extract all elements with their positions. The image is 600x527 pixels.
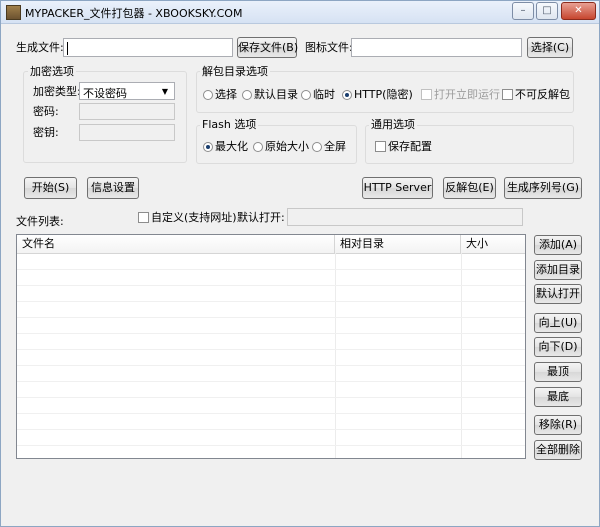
add-button[interactable]: 添加(A): [534, 235, 582, 255]
table-row[interactable]: [17, 286, 525, 302]
encryption-type-value: 不设密码: [83, 87, 127, 100]
unpack-option-default-dir[interactable]: 默认目录: [254, 88, 298, 102]
file-list-label: 文件列表:: [16, 215, 64, 228]
table-row[interactable]: [17, 270, 525, 286]
info-settings-button[interactable]: 信息设置: [87, 177, 139, 199]
http-server-button[interactable]: HTTP Server: [362, 177, 433, 199]
save-config-checkbox[interactable]: [375, 141, 386, 152]
no-reverse-checkbox[interactable]: [502, 89, 513, 100]
unpack-radio-temp[interactable]: [301, 90, 311, 100]
icon-file-label: 图标文件:: [305, 41, 353, 54]
chevron-down-icon: ▼: [161, 87, 169, 96]
table-row[interactable]: [17, 366, 525, 382]
flash-option-fullscreen[interactable]: 全屏: [324, 140, 346, 154]
table-row[interactable]: [17, 382, 525, 398]
table-row[interactable]: [17, 334, 525, 350]
file-list-header: 文件名 相对目录 大小: [17, 235, 525, 254]
custom-url-checkbox[interactable]: [138, 212, 149, 223]
app-icon: [6, 5, 21, 20]
title-bar[interactable]: MYPACKER_文件打包器 - XBOOKSKY.COM – □ ✕: [1, 1, 599, 24]
run-after-checkbox[interactable]: [421, 89, 432, 100]
key-label: 密钥:: [33, 126, 59, 139]
unpack-radio-default-dir[interactable]: [242, 90, 252, 100]
table-row[interactable]: [17, 430, 525, 446]
flash-radio-original[interactable]: [253, 142, 263, 152]
file-list-view[interactable]: 文件名 相对目录 大小: [16, 234, 526, 459]
table-row[interactable]: [17, 446, 525, 458]
default-open-label: 默认打开:: [237, 211, 285, 224]
column-header-size[interactable]: 大小: [461, 235, 523, 253]
move-down-button[interactable]: 向下(D): [534, 337, 582, 357]
icon-file-input[interactable]: [351, 38, 522, 57]
flash-radio-maximize[interactable]: [203, 142, 213, 152]
text-cursor: [67, 42, 68, 55]
flash-radio-fullscreen[interactable]: [312, 142, 322, 152]
gen-serial-button[interactable]: 生成序列号(G): [504, 177, 582, 199]
unpack-group-title: 解包目录选项: [200, 65, 270, 78]
unpack-radio-http[interactable]: [342, 90, 352, 100]
general-group-title: 通用选项: [369, 118, 417, 131]
key-input[interactable]: [79, 124, 175, 141]
choose-icon-button[interactable]: 选择(C): [527, 37, 573, 58]
column-header-filename[interactable]: 文件名: [17, 235, 335, 253]
default-open-button[interactable]: 默认打开: [534, 284, 582, 304]
encryption-type-select[interactable]: 不设密码 ▼: [79, 82, 175, 100]
password-label: 密码:: [33, 105, 59, 118]
custom-url-label: 自定义(支持网址): [151, 211, 237, 224]
run-after-label: 打开立即运行: [434, 88, 500, 101]
unpack-radio-select[interactable]: [203, 90, 213, 100]
table-row[interactable]: [17, 398, 525, 414]
table-row[interactable]: [17, 318, 525, 334]
save-config-label: 保存配置: [388, 140, 432, 153]
main-window: MYPACKER_文件打包器 - XBOOKSKY.COM – □ ✕ 生成文件…: [0, 0, 600, 527]
table-row[interactable]: [17, 414, 525, 430]
unpack-option-temp[interactable]: 临时: [313, 88, 335, 102]
unpack-option-select[interactable]: 选择: [215, 88, 237, 102]
maximize-icon[interactable]: □: [536, 2, 558, 20]
column-header-relative-dir[interactable]: 相对目录: [335, 235, 461, 253]
output-file-input[interactable]: [63, 38, 233, 57]
no-reverse-label: 不可反解包: [515, 88, 570, 101]
delete-all-button[interactable]: 全部删除: [534, 440, 582, 460]
flash-option-original[interactable]: 原始大小: [265, 140, 309, 154]
remove-button[interactable]: 移除(R): [534, 415, 582, 435]
close-icon[interactable]: ✕: [561, 2, 596, 20]
add-dir-button[interactable]: 添加目录: [534, 260, 582, 280]
move-top-button[interactable]: 最顶: [534, 362, 582, 382]
move-up-button[interactable]: 向上(U): [534, 313, 582, 333]
unpack-option-http[interactable]: HTTP(隐密): [354, 88, 413, 102]
password-input[interactable]: [79, 103, 175, 120]
encryption-group-title: 加密选项: [28, 65, 76, 78]
window-title: MYPACKER_文件打包器 - XBOOKSKY.COM: [25, 7, 243, 20]
start-button[interactable]: 开始(S): [24, 177, 77, 199]
encryption-type-label: 加密类型:: [33, 85, 81, 98]
table-row[interactable]: [17, 350, 525, 366]
default-open-input[interactable]: [287, 208, 523, 226]
unpack-button[interactable]: 反解包(E): [443, 177, 496, 199]
table-row[interactable]: [17, 254, 525, 270]
move-bottom-button[interactable]: 最底: [534, 387, 582, 407]
minimize-icon[interactable]: –: [512, 2, 534, 20]
flash-group-title: Flash 选项: [200, 118, 259, 131]
flash-option-maximize[interactable]: 最大化: [215, 140, 248, 154]
table-row[interactable]: [17, 302, 525, 318]
save-file-button[interactable]: 保存文件(B): [237, 37, 298, 58]
output-file-label: 生成文件:: [16, 41, 64, 54]
